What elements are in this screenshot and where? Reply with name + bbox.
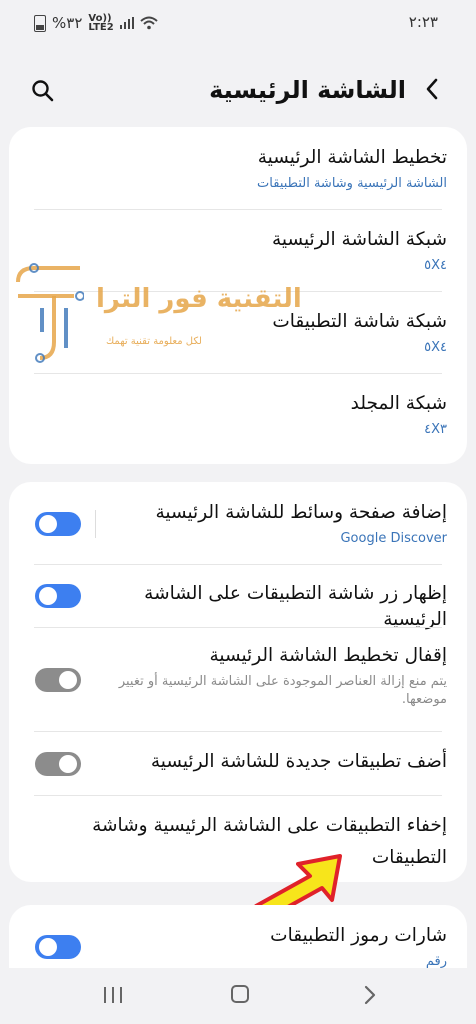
watermark-tagline: لكل معلومة تقنية تهمك xyxy=(106,336,202,347)
list-item-lock-layout[interactable]: إقفال تخطيط الشاشة الرئيسية يتم منع إزال… xyxy=(109,643,447,709)
back-arrow-icon[interactable] xyxy=(420,76,446,102)
toggle-knob xyxy=(39,587,57,605)
home-icon[interactable] xyxy=(230,984,250,1004)
battery-percent: %٣٢ xyxy=(52,14,83,32)
item-title: تخطيط الشاشة الرئيسية xyxy=(257,147,447,168)
lte-signal-icon: Vo)) LTE2 xyxy=(88,13,114,33)
media-page-toggle[interactable] xyxy=(35,512,81,536)
divider xyxy=(34,564,442,565)
toggle-separator xyxy=(95,510,96,538)
apps-button-toggle[interactable] xyxy=(35,584,81,608)
divider xyxy=(34,795,442,796)
wifi-icon xyxy=(140,16,158,30)
item-title: شبكة الشاشة الرئيسية xyxy=(271,229,447,250)
item-title: إضافة صفحة وسائط للشاشة الرئيسية xyxy=(155,502,447,523)
search-icon[interactable] xyxy=(30,78,56,104)
navigation-bar xyxy=(0,968,476,1024)
clock: ٢:٢٣ xyxy=(408,13,438,31)
item-subtitle: يتم منع إزالة العناصر الموجودة على الشاش… xyxy=(118,674,447,707)
lock-layout-toggle[interactable] xyxy=(35,668,81,692)
status-bar: %٣٢ Vo)) LTE2 ٢:٢٣ xyxy=(0,0,476,46)
list-item-home-layout[interactable]: تخطيط الشاشة الرئيسية الشاشة الرئيسية وش… xyxy=(29,145,447,193)
item-subtitle: ٤X٣ xyxy=(424,422,447,437)
cell-signal-icon xyxy=(119,17,134,29)
add-new-apps-toggle[interactable] xyxy=(35,752,81,776)
item-title: شبكة المجلد xyxy=(350,393,447,414)
item-title: إقفال تخطيط الشاشة الرئيسية xyxy=(209,645,447,666)
list-item-add-new-apps[interactable]: أضف تطبيقات جديدة للشاشة الرئيسية xyxy=(109,749,447,775)
divider xyxy=(34,209,442,210)
app-badges-toggle[interactable] xyxy=(35,935,81,959)
app-bar: الشاشة الرئيسية xyxy=(0,64,476,116)
item-title: أضف تطبيقات جديدة للشاشة الرئيسية xyxy=(150,751,447,772)
item-title: شارات رموز التطبيقات xyxy=(270,925,447,946)
toggle-knob xyxy=(39,938,57,956)
logo-t-icon xyxy=(16,263,84,363)
divider xyxy=(34,731,442,732)
nav-back-icon[interactable] xyxy=(360,984,380,1006)
list-item-app-badges[interactable]: شارات رموز التطبيقات رقم xyxy=(109,923,447,971)
item-subtitle: Google Discover xyxy=(340,531,447,546)
watermark-logo: التقنية فور الترا لكل معلومة تقنية تهمك xyxy=(14,262,302,372)
page-title: الشاشة الرئيسية xyxy=(209,76,406,104)
watermark-name: التقنية فور الترا xyxy=(96,284,302,314)
status-icons: %٣٢ Vo)) LTE2 xyxy=(34,13,158,33)
battery-icon xyxy=(34,14,46,32)
toggle-knob xyxy=(39,515,57,533)
toggle-knob xyxy=(59,671,77,689)
item-title: إظهار زر شاشة التطبيقات على الشاشة الرئي… xyxy=(144,583,447,630)
divider xyxy=(34,373,442,374)
toggle-knob xyxy=(59,755,77,773)
divider xyxy=(34,627,442,628)
list-item-folder-grid[interactable]: شبكة المجلد ٤X٣ xyxy=(29,391,447,439)
recents-icon[interactable] xyxy=(102,986,124,1004)
list-item-apps-button[interactable]: إظهار زر شاشة التطبيقات على الشاشة الرئي… xyxy=(109,581,447,633)
item-subtitle: الشاشة الرئيسية وشاشة التطبيقات xyxy=(257,176,447,191)
home-options-card: إضافة صفحة وسائط للشاشة الرئيسية Google … xyxy=(9,482,467,882)
list-item-media-page[interactable]: إضافة صفحة وسائط للشاشة الرئيسية Google … xyxy=(109,500,447,548)
